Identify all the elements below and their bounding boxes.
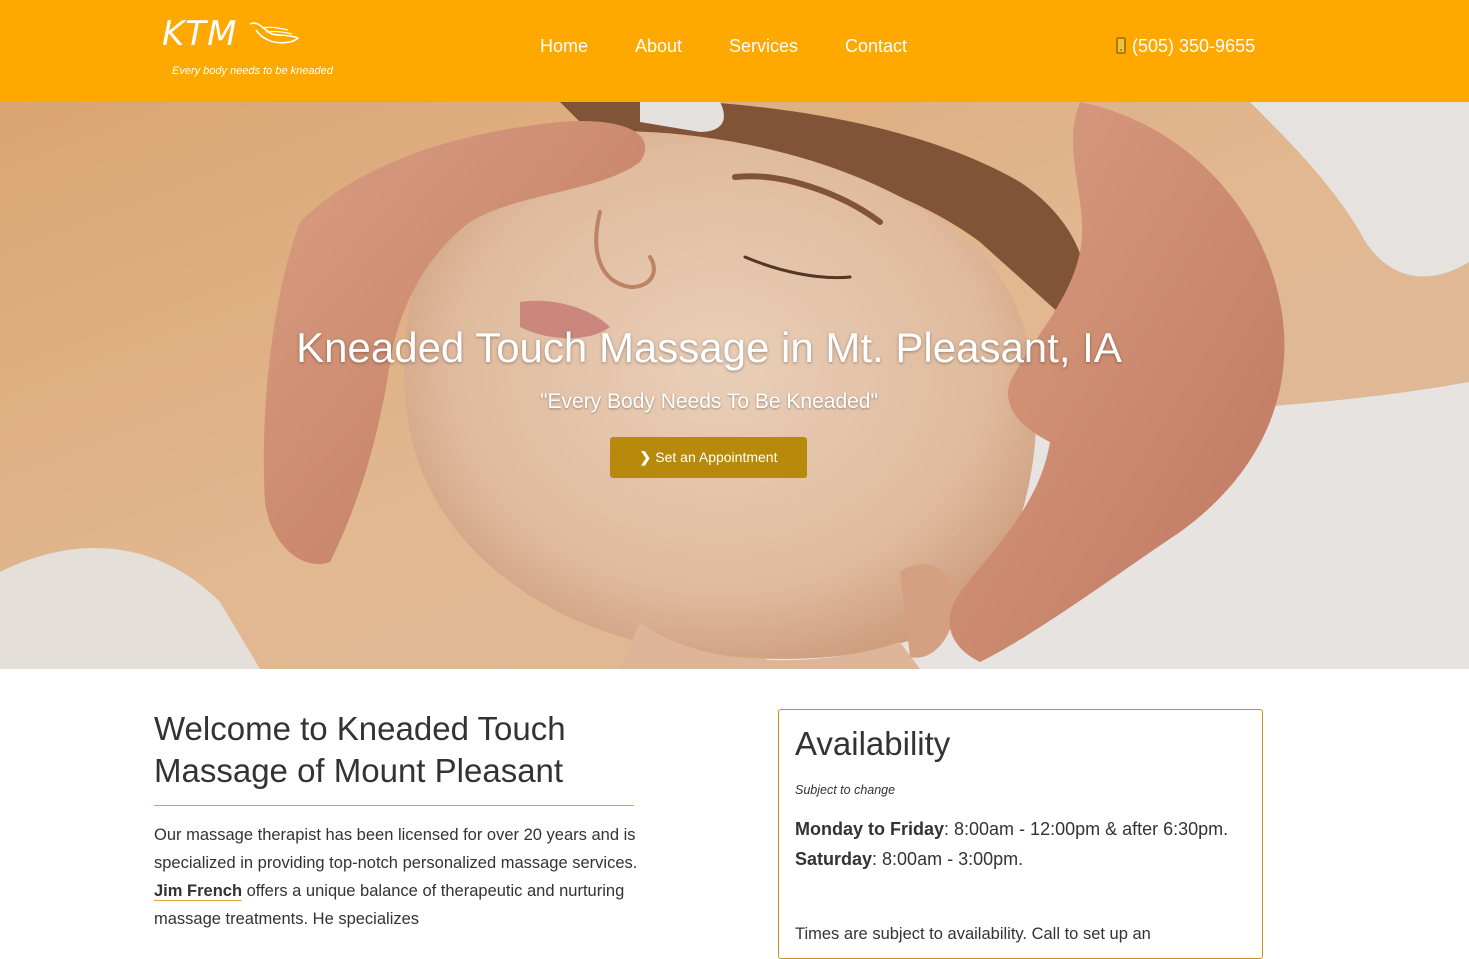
set-appointment-button[interactable]: ❯ Set an Appointment (610, 437, 807, 478)
saturday-label: Saturday (795, 849, 873, 869)
hero-image (0, 102, 1469, 669)
hero-subtitle: "Every Body Needs To Be Kneaded" (540, 390, 878, 413)
mobile-phone-icon (1116, 37, 1126, 54)
set-appointment-label: Set an Appointment (655, 449, 778, 465)
hero-banner: Kneaded Touch Massage in Mt. Pleasant, I… (0, 102, 1469, 669)
therapist-link[interactable]: Jim French (154, 882, 243, 901)
saturday-hours: Saturday: 8:00am - 3:00pm. (795, 849, 1023, 870)
hand-logo-icon (249, 22, 300, 44)
availability-footer: Times are subject to availability. Call … (795, 925, 1151, 943)
nav-services[interactable]: Services (729, 36, 798, 57)
logo-text: KTM (162, 14, 238, 54)
nav-contact[interactable]: Contact (845, 36, 907, 57)
weekday-hours: Monday to Friday: 8:00am - 12:00pm & aft… (795, 819, 1228, 840)
nav-about[interactable]: About (635, 36, 682, 57)
weekday-hours-value: : 8:00am - 12:00pm & after 6:30pm. (944, 819, 1229, 839)
welcome-text-1: Our massage therapist has been licensed … (154, 826, 638, 872)
welcome-heading: Welcome to Kneaded Touch Massage of Moun… (154, 710, 566, 789)
phone-link[interactable]: (505) 350-9655 (1116, 36, 1255, 57)
chevron-right-icon: ❯ (639, 449, 652, 465)
heading-divider (154, 805, 634, 806)
phone-number: (505) 350-9655 (1132, 36, 1256, 56)
hero-title: Kneaded Touch Massage in Mt. Pleasant, I… (296, 324, 1122, 371)
saturday-hours-value: : 8:00am - 3:00pm. (872, 849, 1024, 869)
availability-note: Subject to change (795, 783, 896, 797)
availability-card: Availability Subject to change Monday to… (778, 709, 1263, 959)
logo[interactable]: KTM Every body needs to be kneaded (162, 12, 342, 82)
availability-heading: Availability (795, 725, 951, 762)
welcome-paragraph: Our massage therapist has been licensed … (154, 821, 644, 933)
site-header: KTM Every body needs to be kneaded Home … (0, 0, 1469, 102)
logo-tagline: Every body needs to be kneaded (172, 65, 333, 77)
weekday-label: Monday to Friday (795, 819, 945, 839)
nav-home[interactable]: Home (540, 36, 588, 57)
